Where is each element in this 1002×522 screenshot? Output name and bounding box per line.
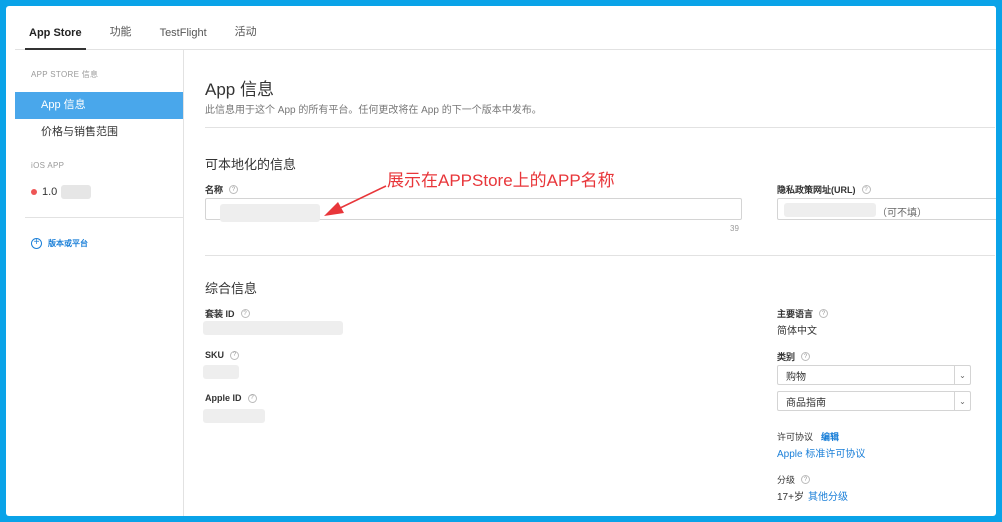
category-label-text: 类别: [777, 352, 796, 362]
bundle-id-label-text: 套装 ID: [205, 309, 235, 319]
name-char-counter: 39: [730, 224, 739, 233]
license-label: 许可协议 编辑: [777, 430, 839, 443]
primary-language-value: 简体中文: [777, 326, 817, 337]
help-icon[interactable]: ?: [240, 309, 250, 318]
sidebar-section-ios: iOS APP: [31, 161, 65, 170]
name-input[interactable]: [205, 198, 742, 222]
license-edit-link[interactable]: 编辑: [821, 430, 839, 443]
redacted-sku: [203, 365, 239, 379]
tab-app-store[interactable]: App Store: [15, 27, 96, 50]
divider-top: [205, 127, 995, 128]
chevron-down-icon: ⌄: [954, 366, 970, 384]
add-platform-button[interactable]: + 版本或平台: [15, 235, 88, 251]
sidebar-section-app-store: APP STORE 信息: [31, 70, 99, 79]
status-dot-icon: [31, 189, 37, 195]
redacted-apple-id: [203, 409, 265, 423]
rating-label: 分级 ?: [777, 473, 811, 486]
primary-language-label-text: 主要语言: [777, 309, 814, 319]
page-title: App 信息: [205, 80, 274, 99]
sidebar-item-pricing[interactable]: 价格与销售范围: [15, 119, 183, 146]
redacted-bundle-id: [203, 321, 343, 335]
help-icon[interactable]: ?: [819, 309, 829, 318]
secondary-category-select[interactable]: 商品指南 ⌄: [777, 391, 971, 411]
annotation-text: 展示在APPStore上的APP名称: [387, 171, 615, 190]
help-icon[interactable]: ?: [247, 393, 257, 403]
name-label-text: 名称: [205, 185, 224, 195]
sku-label: SKU ?: [205, 350, 240, 360]
main-content: App 信息 此信息用于这个 App 的所有平台。任何更改将在 App 的下一个…: [184, 50, 996, 516]
help-icon[interactable]: ?: [229, 185, 239, 194]
primary-language-label: 主要语言 ?: [777, 307, 829, 320]
localizable-heading: 可本地化的信息: [205, 157, 297, 172]
privacy-url-label-text: 隐私政策网址(URL): [777, 185, 856, 195]
redacted-version-name: [61, 185, 92, 199]
page-subtitle: 此信息用于这个 App 的所有平台。任何更改将在 App 的下一个版本中发布。: [205, 105, 542, 116]
category-label: 类别 ?: [777, 350, 811, 363]
add-platform-label: 版本或平台: [48, 238, 88, 248]
license-label-text: 许可协议: [777, 432, 814, 442]
sidebar-item-app-info[interactable]: App 信息: [15, 92, 183, 119]
license-agreement-link[interactable]: Apple 标准许可协议: [777, 445, 865, 460]
chevron-down-icon: ⌄: [954, 392, 970, 410]
help-icon[interactable]: ?: [801, 352, 811, 361]
rating-label-text: 分级: [777, 475, 796, 485]
tab-testflight[interactable]: TestFlight: [146, 27, 221, 49]
top-nav: App Store 功能 TestFlight 活动: [15, 6, 996, 50]
redacted-app-name: [220, 204, 320, 222]
secondary-category-value: 商品指南: [786, 397, 826, 409]
sidebar-item-version[interactable]: 1.0: [15, 182, 92, 202]
other-ratings-link[interactable]: 其他分级: [808, 488, 848, 503]
privacy-url-input[interactable]: （可不填）: [777, 198, 996, 220]
help-icon[interactable]: ?: [801, 475, 811, 484]
sidebar: APP STORE 信息 App 信息 价格与销售范围 iOS APP 1.0 …: [15, 50, 184, 516]
redacted-privacy-url: [784, 203, 876, 217]
help-icon[interactable]: ?: [861, 185, 871, 194]
tab-features[interactable]: 功能: [96, 23, 146, 49]
privacy-url-label: 隐私政策网址(URL) ?: [777, 183, 871, 196]
name-label: 名称 ?: [205, 183, 239, 196]
general-heading: 综合信息: [205, 281, 258, 296]
plus-circle-icon: +: [31, 237, 42, 249]
divider-middle: [205, 255, 995, 256]
rating-row: 17+岁 其他分级: [777, 488, 848, 503]
app-window: App Store 功能 TestFlight 活动 APP STORE 信息 …: [6, 6, 996, 516]
help-icon[interactable]: ?: [230, 350, 240, 360]
apple-id-label-text: Apple ID: [205, 393, 242, 403]
primary-category-select[interactable]: 购物 ⌄: [777, 365, 971, 385]
apple-id-label: Apple ID ?: [205, 393, 257, 403]
version-label: 1.0: [42, 186, 58, 198]
privacy-url-optional-hint: （可不填）: [877, 208, 927, 219]
annotation-arrow-icon: [324, 185, 387, 216]
bundle-id-label: 套装 ID ?: [205, 307, 250, 320]
primary-category-value: 购物: [786, 371, 806, 383]
rating-value: 17+岁: [777, 492, 804, 503]
tab-activity[interactable]: 活动: [221, 23, 271, 49]
sku-label-text: SKU: [205, 350, 225, 360]
sidebar-divider: [25, 217, 183, 218]
